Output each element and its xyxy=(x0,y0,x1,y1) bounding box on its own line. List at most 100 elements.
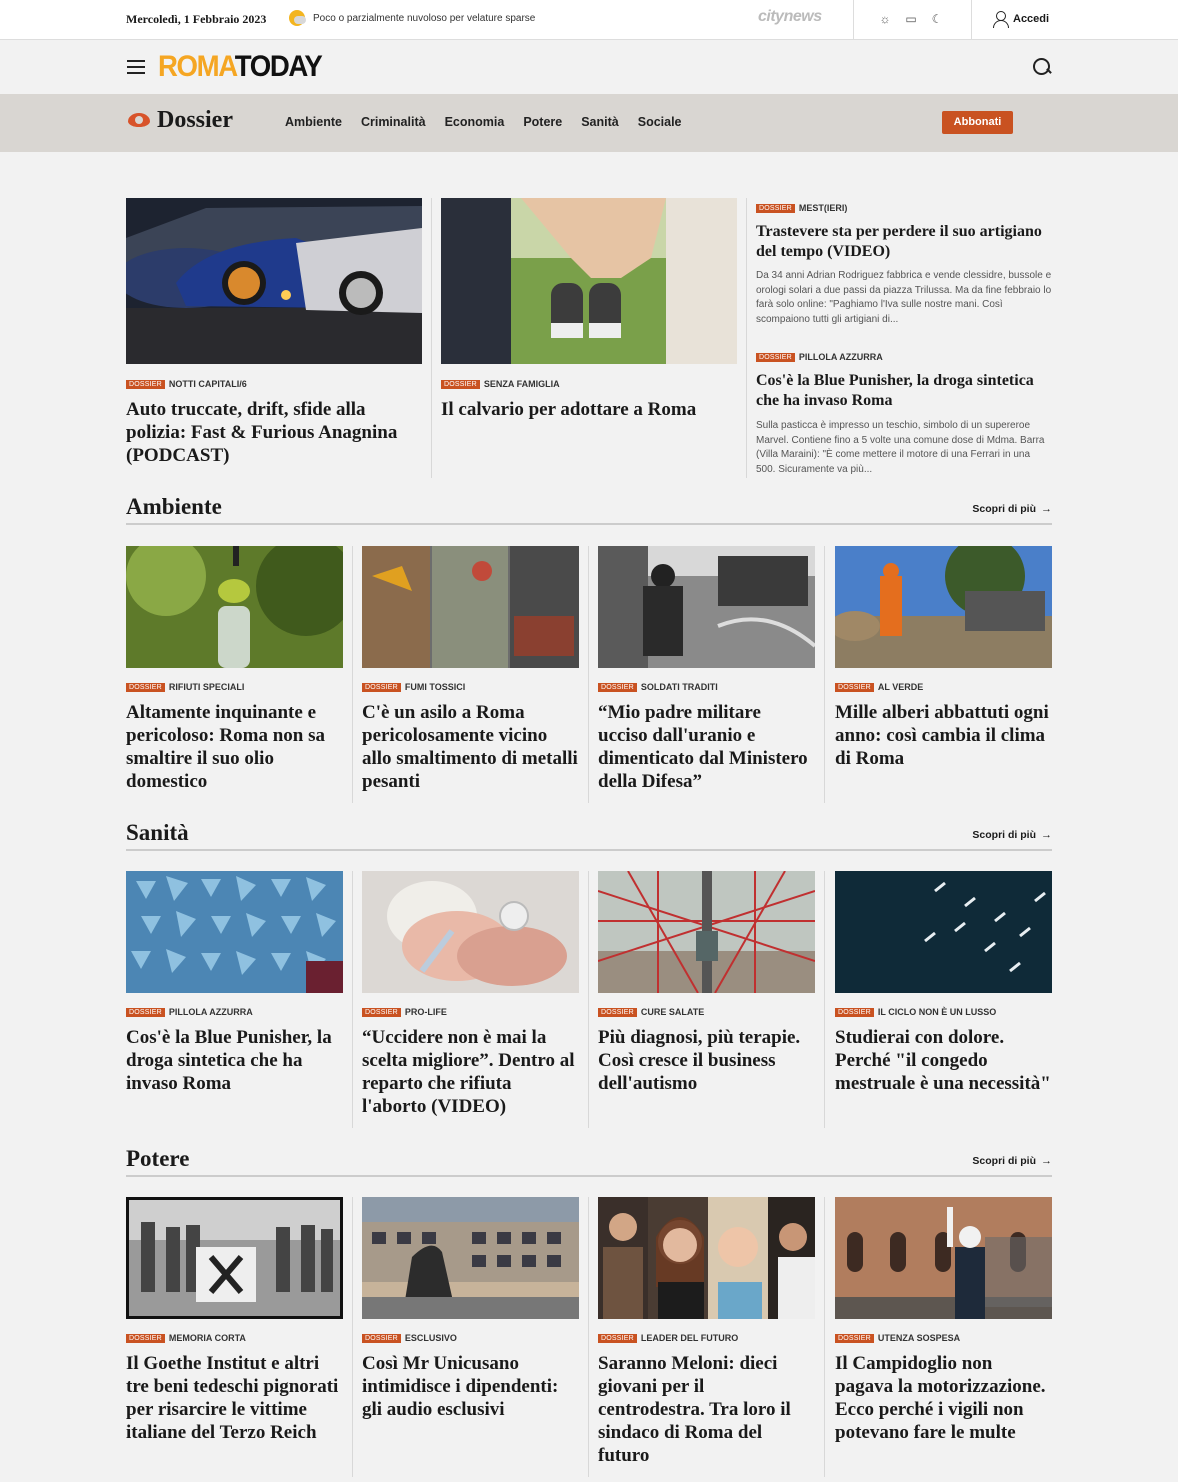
section-title-potere[interactable]: Potere xyxy=(126,1146,189,1172)
discover-more-link[interactable]: Scopri di più → xyxy=(972,503,1052,515)
featured-image-family[interactable] xyxy=(441,198,737,364)
section-divider xyxy=(126,1175,1052,1177)
article-headline[interactable]: Così Mr Unicusano intimidisce i dipenden… xyxy=(362,1352,579,1421)
divider xyxy=(588,1197,589,1477)
logo-today: TODAY xyxy=(234,50,323,83)
discover-more-link[interactable]: Scopri di più → xyxy=(972,1155,1052,1167)
article-excerpt: Da 34 anni Adrian Rodriguez fabbrica e v… xyxy=(756,270,1052,325)
dossier-badge: DOSSIER xyxy=(126,682,165,692)
user-icon xyxy=(993,11,1009,28)
subscribe-button[interactable]: Abbonati xyxy=(942,111,1013,134)
dossier-badge: DOSSIER xyxy=(835,1007,874,1017)
nav-potere[interactable]: Potere xyxy=(523,115,562,129)
divider xyxy=(352,1197,353,1477)
article-headline[interactable]: Mille alberi abbattuti ogni anno: così c… xyxy=(835,701,1052,770)
article-category[interactable]: SOLDATI TRADITI xyxy=(641,682,718,692)
discover-more-link[interactable]: Scopri di più → xyxy=(972,829,1052,841)
article-category[interactable]: CURE SALATE xyxy=(641,1007,704,1017)
section-title-sanita[interactable]: Sanità xyxy=(126,820,189,846)
login-button[interactable]: Accedi xyxy=(993,11,1049,28)
article-headline[interactable]: Il calvario per adottare a Roma xyxy=(441,398,737,421)
article-category[interactable]: RIFIUTI SPECIALI xyxy=(169,682,245,692)
card-image[interactable] xyxy=(126,546,343,668)
monitor-icon[interactable]: ▭ xyxy=(904,12,918,26)
dossier-badge: DOSSIER xyxy=(835,1333,874,1343)
section-divider xyxy=(126,849,1052,851)
current-date: Mercoledì, 1 Febbraio 2023 xyxy=(126,12,267,26)
theme-switcher: ☼ ▭ ☾ xyxy=(878,12,944,26)
divider xyxy=(746,198,747,478)
hamburger-menu-icon[interactable] xyxy=(127,60,145,74)
divider xyxy=(431,198,432,478)
article-headline[interactable]: Auto truccate, drift, sfide alla polizia… xyxy=(126,398,422,467)
dossier-badge: DOSSIER xyxy=(598,682,637,692)
article-tag: DOSSIER CURE SALATE xyxy=(598,1007,704,1017)
site-logo[interactable]: ROMATODAY xyxy=(158,50,323,84)
article-category[interactable]: LEADER DEL FUTURO xyxy=(641,1333,738,1343)
article-category[interactable]: IL CICLO NON È UN LUSSO xyxy=(878,1007,996,1017)
card-image[interactable] xyxy=(598,1197,815,1319)
article-category[interactable]: AL VERDE xyxy=(878,682,923,692)
citynews-logo[interactable]: citynews xyxy=(758,8,822,26)
article-headline[interactable]: Trastevere sta per perdere il suo artigi… xyxy=(756,222,1052,262)
article-headline[interactable]: Più diagnosi, più terapie. Così cresce i… xyxy=(598,1026,815,1095)
article-headline[interactable]: Il Campidoglio non pagava la motorizzazi… xyxy=(835,1352,1052,1444)
article-category[interactable]: PILLOLA AZZURRA xyxy=(799,352,883,362)
moon-icon[interactable]: ☾ xyxy=(930,12,944,26)
card-image[interactable] xyxy=(598,871,815,993)
article-tag: DOSSIER RIFIUTI SPECIALI xyxy=(126,682,244,692)
article-headline[interactable]: Cos'è la Blue Punisher, la droga sinteti… xyxy=(756,371,1052,411)
eye-icon xyxy=(128,112,152,129)
nav-ambiente[interactable]: Ambiente xyxy=(285,115,342,129)
divider xyxy=(824,871,825,1128)
nav-economia[interactable]: Economia xyxy=(445,115,505,129)
article-category[interactable]: ESCLUSIVO xyxy=(405,1333,457,1343)
article-category[interactable]: FUMI TOSSICI xyxy=(405,682,465,692)
card-image[interactable] xyxy=(362,1197,579,1319)
dossier-badge: DOSSIER xyxy=(441,379,480,389)
card-image[interactable] xyxy=(362,871,579,993)
nav-sociale[interactable]: Sociale xyxy=(638,115,682,129)
divider xyxy=(824,1197,825,1477)
nav-criminalita[interactable]: Criminalità xyxy=(361,115,426,129)
weather-widget[interactable]: Poco o parzialmente nuvoloso per velatur… xyxy=(289,10,535,26)
article-category[interactable]: MEST(IERI) xyxy=(799,203,848,213)
article-headline[interactable]: “Uccidere non è mai la scelta migliore”.… xyxy=(362,1026,579,1118)
card-image[interactable] xyxy=(126,871,343,993)
article-tag: DOSSIER NOTTI CAPITALI/6 xyxy=(126,379,247,389)
card-image[interactable] xyxy=(598,546,815,668)
article-headline[interactable]: “Mio padre militare ucciso dall'uranio e… xyxy=(598,701,815,793)
divider xyxy=(588,871,589,1128)
article-headline[interactable]: Saranno Meloni: dieci giovani per il cen… xyxy=(598,1352,815,1467)
article-category[interactable]: PRO-LIFE xyxy=(405,1007,447,1017)
dossier-badge: DOSSIER xyxy=(756,203,795,213)
card-image[interactable] xyxy=(835,871,1052,993)
article-headline[interactable]: Altamente inquinante e pericoloso: Roma … xyxy=(126,701,343,793)
section-title-ambiente[interactable]: Ambiente xyxy=(126,494,222,520)
nav-sanita[interactable]: Sanità xyxy=(581,115,619,129)
card-image[interactable] xyxy=(835,546,1052,668)
article-category[interactable]: MEMORIA CORTA xyxy=(169,1333,246,1343)
search-icon[interactable] xyxy=(1033,58,1051,76)
card-image[interactable] xyxy=(126,1197,343,1319)
article-headline[interactable]: Cos'è la Blue Punisher, la droga sinteti… xyxy=(126,1026,343,1095)
article-category[interactable]: SENZA FAMIGLIA xyxy=(484,379,560,389)
divider xyxy=(824,546,825,803)
dossier-brand[interactable]: Dossier xyxy=(128,107,233,134)
card-image[interactable] xyxy=(835,1197,1052,1319)
dossier-nav-bar: Dossier Ambiente Criminalità Economia Po… xyxy=(0,94,1178,152)
dossier-brand-label: Dossier xyxy=(157,107,233,133)
article-tag: DOSSIER UTENZA SOSPESA xyxy=(835,1333,960,1343)
sun-icon[interactable]: ☼ xyxy=(878,12,892,26)
article-headline[interactable]: Il Goethe Institut e altri tre beni tede… xyxy=(126,1352,343,1444)
article-headline[interactable]: Studierai con dolore. Perché "il congedo… xyxy=(835,1026,1052,1095)
article-headline[interactable]: C'è un asilo a Roma pericolosamente vici… xyxy=(362,701,579,793)
featured-image-cars[interactable] xyxy=(126,198,422,364)
article-category[interactable]: NOTTI CAPITALI/6 xyxy=(169,379,247,389)
article-category[interactable]: UTENZA SOSPESA xyxy=(878,1333,960,1343)
article-category[interactable]: PILLOLA AZZURRA xyxy=(169,1007,253,1017)
divider xyxy=(352,546,353,803)
card-image[interactable] xyxy=(362,546,579,668)
dossier-badge: DOSSIER xyxy=(598,1333,637,1343)
article-tag: DOSSIER ESCLUSIVO xyxy=(362,1333,457,1343)
